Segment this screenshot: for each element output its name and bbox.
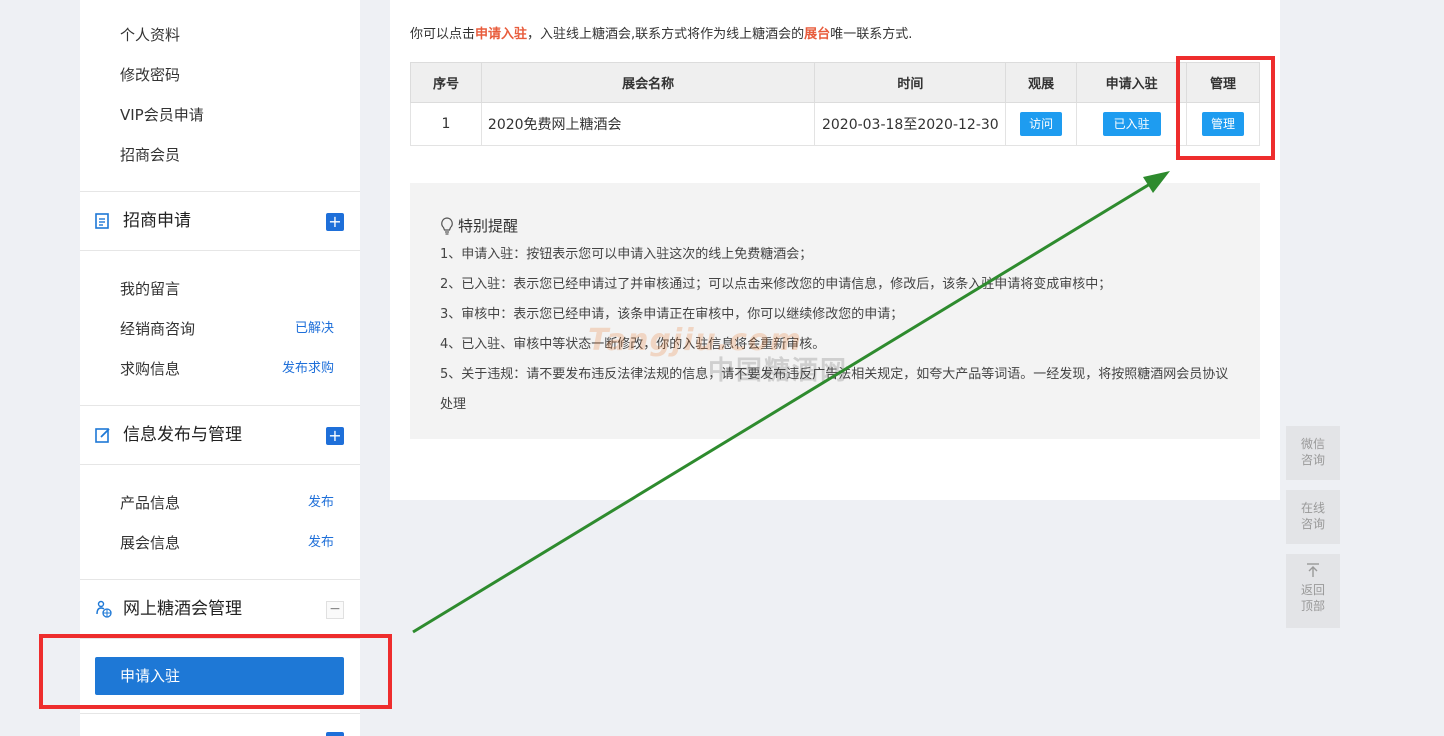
divider <box>80 464 360 465</box>
col-header-name: 展会名称 <box>480 62 816 103</box>
expand-button[interactable] <box>326 732 344 736</box>
col-header-no: 序号 <box>410 62 482 103</box>
col-header-view: 观展 <box>1005 62 1078 103</box>
wechat-consult-button[interactable]: 微信 咨询 <box>1286 426 1340 480</box>
section-header-investment[interactable]: 招商申请 + <box>80 192 360 250</box>
sidebar-item-change-password[interactable]: 修改密码 <box>120 65 180 85</box>
cell-time: 2020-03-18至2020-12-30 <box>814 102 1007 146</box>
arrow-top-icon <box>1307 563 1319 577</box>
sidebar: 个人资料 修改密码 VIP会员申请 招商会员 招商申请 + 我的留言 经销商咨询… <box>80 0 360 736</box>
annotation-highlight-apply <box>39 634 392 709</box>
notice-text: 你可以点击申请入驻，入驻线上糖酒会,联系方式将作为线上糖酒会的展台唯一联系方式. <box>410 26 912 44</box>
col-header-time: 时间 <box>814 62 1007 103</box>
entered-button[interactable]: 已入驻 <box>1102 112 1161 136</box>
apply-entry-link[interactable]: 申请入驻 <box>475 27 527 42</box>
lightbulb-icon <box>441 217 453 235</box>
reminder-item: 2、已入驻：表示您已经申请过了并审核通过；可以点击来修改您的申请信息，修改后，该… <box>440 277 1112 292</box>
cell-no: 1 <box>410 102 482 146</box>
sidebar-item-my-messages[interactable]: 我的留言 <box>120 279 180 299</box>
table-row: 1 2020免费网上糖酒会 2020-03-18至2020-12-30 访问 已… <box>410 102 1260 146</box>
cell-name: 2020免费网上糖酒会 <box>480 102 816 146</box>
reminder-title: 特别提醒 <box>458 217 519 235</box>
back-to-top-button[interactable]: 返回 顶部 <box>1286 554 1340 628</box>
notice-part: ，入驻线上糖酒会,联系方式将作为线上糖酒会的 <box>527 27 805 42</box>
section-header-info-publish[interactable]: 信息发布与管理 + <box>80 406 360 464</box>
reminder-item: 4、已入驻、审核中等状态一断修改，你的入驻信息将会重新审核。 <box>440 337 826 352</box>
section-title: 网上糖酒会管理 <box>123 599 242 619</box>
section-title: 招商申请 <box>123 211 191 231</box>
reminder-item: 5、关于违规：请不要发布违反法律法规的信息，请不要发布违反广告法相关规定，如夸大… <box>440 367 1229 412</box>
publish-exhibition-link[interactable]: 发布 <box>308 533 334 553</box>
user-globe-icon <box>96 600 112 618</box>
col-header-apply: 申请入驻 <box>1076 62 1188 103</box>
table-header-row: 序号 展会名称 时间 观展 申请入驻 管理 <box>410 62 1260 103</box>
main-panel: 你可以点击申请入驻，入驻线上糖酒会,联系方式将作为线上糖酒会的展台唯一联系方式.… <box>390 0 1280 500</box>
annotation-highlight-manage <box>1176 56 1275 160</box>
section-title: 信息发布与管理 <box>123 425 242 445</box>
notice-part: 你可以点击 <box>410 27 476 42</box>
reminder-item: 3、审核中：表示您已经申请，该条申请正在审核中，你可以继续修改您的申请； <box>440 307 904 322</box>
publish-product-link[interactable]: 发布 <box>308 493 334 513</box>
sidebar-item-vip-apply[interactable]: VIP会员申请 <box>120 105 204 125</box>
sidebar-item-dealer-inquiry[interactable]: 经销商咨询 <box>120 319 195 339</box>
document-icon <box>95 213 109 229</box>
resolved-link[interactable]: 已解决 <box>295 319 334 339</box>
section-header-online-fair[interactable]: 网上糖酒会管理 − <box>80 580 360 638</box>
notice-part: 唯一联系方式. <box>830 27 913 42</box>
sidebar-item-profile[interactable]: 个人资料 <box>120 25 180 45</box>
publish-purchase-link[interactable]: 发布求购 <box>282 359 334 379</box>
divider <box>80 713 360 714</box>
cell-view: 访问 <box>1005 102 1078 146</box>
exhibition-table: 序号 展会名称 时间 观展 申请入驻 管理 1 2020免费网上糖酒会 2020… <box>410 62 1260 146</box>
visit-button[interactable]: 访问 <box>1020 112 1063 136</box>
sidebar-item-product-info[interactable]: 产品信息 <box>120 493 180 513</box>
sidebar-item-merchant-member[interactable]: 招商会员 <box>120 145 180 165</box>
reminder-item: 1、申请入驻：按钮表示您可以申请入驻这次的线上免费糖酒会； <box>440 247 813 262</box>
cell-apply: 已入驻 <box>1076 102 1188 146</box>
back-to-top-label: 返回 顶部 <box>1300 583 1325 613</box>
special-reminder: 特别提醒 1、申请入驻：按钮表示您可以申请入驻这次的线上免费糖酒会； 2、已入驻… <box>410 183 1260 439</box>
online-consult-button[interactable]: 在线 咨询 <box>1286 490 1340 544</box>
collapse-button[interactable]: − <box>326 601 344 619</box>
divider <box>80 250 360 251</box>
sidebar-item-exhibition-info[interactable]: 展会信息 <box>120 533 180 553</box>
edit-icon <box>95 428 110 443</box>
booth-link[interactable]: 展台 <box>804 27 830 42</box>
expand-button[interactable]: + <box>326 427 344 445</box>
sidebar-item-purchase-info[interactable]: 求购信息 <box>120 359 180 379</box>
expand-button[interactable]: + <box>326 213 344 231</box>
